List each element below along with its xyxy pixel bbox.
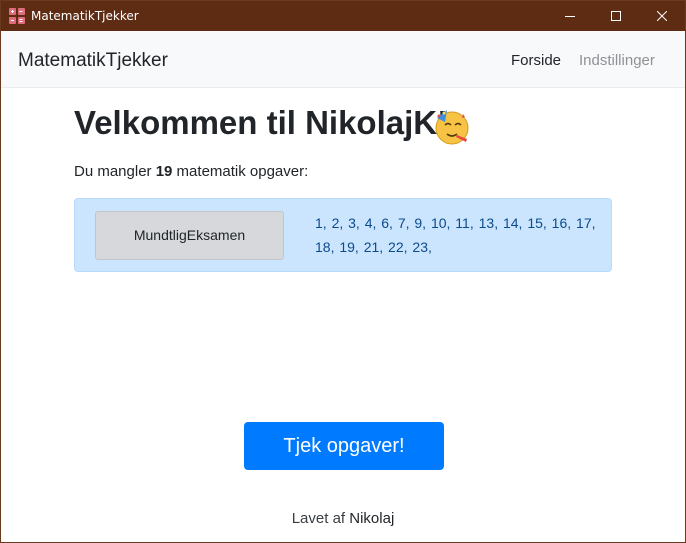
- footer-author: Nikolaj: [349, 510, 395, 527]
- summary-suffix: matematik opgaver:: [172, 163, 309, 180]
- title-bar[interactable]: MatematikTjekker: [1, 1, 685, 31]
- close-button[interactable]: [639, 1, 685, 31]
- maximize-icon: [611, 11, 621, 21]
- exam-alert: MundtligEksamen 1, 2, 3, 4, 6, 7, 9, 10,…: [74, 198, 612, 272]
- check-tasks-button[interactable]: Tjek opgaver!: [244, 422, 444, 470]
- footer-prefix: Lavet af: [291, 510, 350, 527]
- app-window: MatematikTjekker MatematikTjekker Forsid…: [0, 0, 686, 543]
- app-icon: [9, 8, 25, 24]
- page-title: Velkommen til NikolajK!: [74, 104, 449, 141]
- maximize-button[interactable]: [593, 1, 639, 31]
- close-icon: [657, 11, 667, 21]
- navbar-brand[interactable]: MatematikTjekker: [18, 50, 168, 72]
- minimize-button[interactable]: [547, 1, 593, 31]
- nav-link-settings[interactable]: Indstillinger: [579, 52, 655, 69]
- missing-summary: Du mangler 19 matematik opgaver:: [74, 163, 308, 180]
- exam-button[interactable]: MundtligEksamen: [95, 211, 284, 260]
- minimize-icon: [565, 16, 575, 17]
- missing-count: 19: [155, 163, 173, 180]
- missing-task-list: 1, 2, 3, 4, 6, 7, 9, 10, 11, 13, 14, 15,…: [315, 215, 596, 255]
- footer: Lavet af Nikolaj: [1, 510, 685, 527]
- summary-prefix: Du mangler: [74, 163, 156, 180]
- navbar: MatematikTjekker Forside Indstillinger: [1, 31, 685, 88]
- nav-link-home[interactable]: Forside: [511, 52, 561, 69]
- partying-face-icon: [435, 110, 469, 145]
- window-title: MatematikTjekker: [31, 9, 139, 23]
